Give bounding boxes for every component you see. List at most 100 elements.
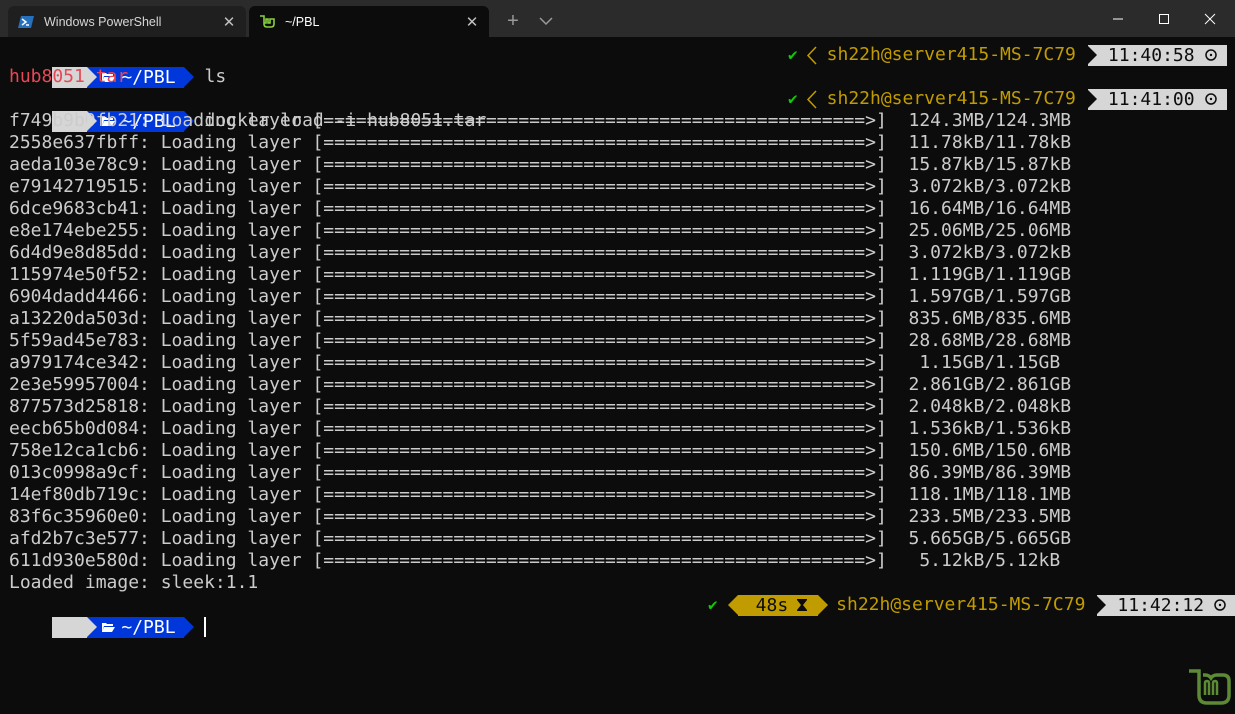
layer-size: 86.39MB/86.39MB (908, 462, 1072, 483)
layer-id: 013c0998a9cf (9, 462, 140, 483)
layer-size: 835.6MB/835.6MB (908, 308, 1072, 329)
duration-segment: 48s (727, 594, 819, 616)
layer-status-text: : Loading layer (139, 198, 313, 219)
prompt-line: ~/PBL ✔ 48s sh22h@server415-MS-7C79 11:4… (9, 594, 1235, 654)
layer-size: 2.048kB/2.048kB (908, 396, 1072, 417)
layer-size: 5.12kB/5.12kB (908, 550, 1061, 571)
loaded-message: Loaded image: sleek:1.1 (9, 572, 259, 593)
time-label: 11:41:00 (1107, 88, 1195, 110)
layer-id: 2558e637fbff (9, 132, 140, 153)
layer-line: 115974e50f52: Loading layer [===========… (9, 264, 1235, 286)
layer-status-text: : Loading layer (139, 374, 313, 395)
time-segment: 11:40:58 (1086, 44, 1227, 66)
progress-bar: [=======================================… (312, 308, 887, 329)
layer-status-text: : Loading layer (139, 440, 313, 461)
layer-size: 16.64MB/16.64MB (908, 198, 1072, 219)
new-tab-button[interactable]: + (500, 8, 526, 34)
ls-output: hub8051.tar (9, 66, 129, 87)
layer-size: 15.87kB/15.87kB (908, 154, 1072, 175)
maximize-button[interactable] (1141, 0, 1187, 37)
layer-id: eecb65b0d084 (9, 418, 140, 439)
layer-size: 150.6MB/150.6MB (908, 440, 1072, 461)
title-bar: Windows PowerShell ✕ ~/PBL ✕ + (0, 0, 1235, 37)
time-segment: 11:41:00 (1086, 88, 1227, 110)
layer-line: a979174ce342: Loading layer [===========… (9, 352, 1235, 374)
layer-id: 877573d25818 (9, 396, 140, 417)
progress-bar: [=======================================… (312, 176, 887, 197)
close-tab-icon[interactable]: ✕ (218, 13, 240, 31)
layer-size: 3.072kB/3.072kB (908, 242, 1072, 263)
close-tab-icon[interactable]: ✕ (461, 13, 483, 31)
layer-line: a13220da503d: Loading layer [===========… (9, 308, 1235, 330)
maximize-icon (1159, 13, 1169, 24)
success-check-icon: ✔ (788, 89, 798, 108)
progress-bar: [=======================================… (312, 330, 887, 351)
layer-id: 611d930e580d (9, 550, 140, 571)
user-host: sh22h@server415-MS-7C79 (826, 44, 1076, 65)
chevron-down-icon[interactable] (533, 8, 559, 34)
directory-segment: ~/PBL (87, 616, 184, 638)
progress-bar: [=======================================… (312, 528, 887, 549)
layer-line: eecb65b0d084: Loading layer [===========… (9, 418, 1235, 440)
user-host: sh22h@server415-MS-7C79 (826, 88, 1076, 109)
layer-status-text: : Loading layer (139, 132, 313, 153)
minimize-button[interactable] (1095, 0, 1141, 37)
layer-status-text: : Loading layer (139, 550, 313, 571)
progress-bar: [=======================================… (312, 242, 887, 263)
layer-size: 2.861GB/2.861GB (908, 374, 1072, 395)
layer-status-text: : Loading layer (139, 264, 313, 285)
time-label: 11:40:58 (1107, 44, 1195, 66)
clock-icon (1204, 93, 1217, 105)
layer-size: 11.78kB/11.78kB (908, 132, 1072, 153)
layer-size: 28.68MB/28.68MB (908, 330, 1072, 351)
progress-bar: [=======================================… (312, 374, 887, 395)
success-check-icon: ✔ (788, 45, 798, 64)
progress-bar: [=======================================… (312, 154, 887, 175)
time-label: 11:42:12 (1117, 594, 1205, 616)
prompt-right: ✔ 48s sh22h@server415-MS-7C79 11:42:12 (708, 594, 1235, 616)
close-icon (1204, 13, 1216, 24)
directory-label: ~/PBL (121, 616, 176, 638)
layer-id: a979174ce342 (9, 352, 140, 373)
layer-status-text: : Loading layer (139, 418, 313, 439)
hourglass-icon (797, 599, 808, 611)
layer-status-text: : Loading layer (139, 484, 313, 505)
layer-line: e8e174ebe255: Loading layer [===========… (9, 220, 1235, 242)
layer-id: aeda103e78c9 (9, 154, 140, 175)
layer-size: 233.5MB/233.5MB (908, 506, 1072, 527)
layer-line: 5f59ad45e783: Loading layer [===========… (9, 330, 1235, 352)
progress-bar: [=======================================… (312, 484, 887, 505)
layer-line: 013c0998a9cf: Loading layer [===========… (9, 462, 1235, 484)
layer-id: 115974e50f52 (9, 264, 140, 285)
progress-bar: [=======================================… (312, 550, 887, 571)
text-cursor[interactable] (203, 617, 206, 637)
tab-windows-powershell[interactable]: Windows PowerShell ✕ (8, 6, 246, 37)
progress-bar: [=======================================… (312, 286, 887, 307)
duration-label: 48s (755, 594, 789, 616)
layer-id: 83f6c35960e0 (9, 506, 140, 527)
layer-id: 758e12ca1cb6 (9, 440, 140, 461)
terminal-output[interactable]: ~/PBL ls ✔ sh22h@server415-MS-7C79 11:40… (9, 44, 1235, 714)
os-segment (52, 616, 164, 654)
progress-bar: [=======================================… (312, 352, 887, 373)
layer-line: 2e3e59957004: Loading layer [===========… (9, 374, 1235, 396)
layer-id: afd2b7c3e577 (9, 528, 140, 549)
layer-line: f749b9b0fb21: Loading layer [===========… (9, 110, 1235, 132)
layer-status-text: : Loading layer (139, 110, 313, 131)
progress-bar: [=======================================… (312, 132, 887, 153)
progress-bar: [=======================================… (312, 110, 887, 131)
linux-mint-logo-icon (1189, 669, 1231, 705)
layer-size: 1.536kB/1.536kB (908, 418, 1072, 439)
progress-bar: [=======================================… (312, 418, 887, 439)
layer-line: 2558e637fbff: Loading layer [===========… (9, 132, 1235, 154)
layer-status-text: : Loading layer (139, 528, 313, 549)
layer-size: 25.06MB/25.06MB (908, 220, 1072, 241)
user-host: sh22h@server415-MS-7C79 (836, 594, 1086, 615)
clock-icon (1214, 599, 1226, 611)
layer-line: aeda103e78c9: Loading layer [===========… (9, 154, 1235, 176)
layer-status-text: : Loading layer (139, 220, 313, 241)
progress-bar: [=======================================… (312, 198, 887, 219)
layer-status-text: : Loading layer (139, 462, 313, 483)
tab-pbl[interactable]: ~/PBL ✕ (249, 6, 489, 37)
close-button[interactable] (1187, 0, 1233, 37)
